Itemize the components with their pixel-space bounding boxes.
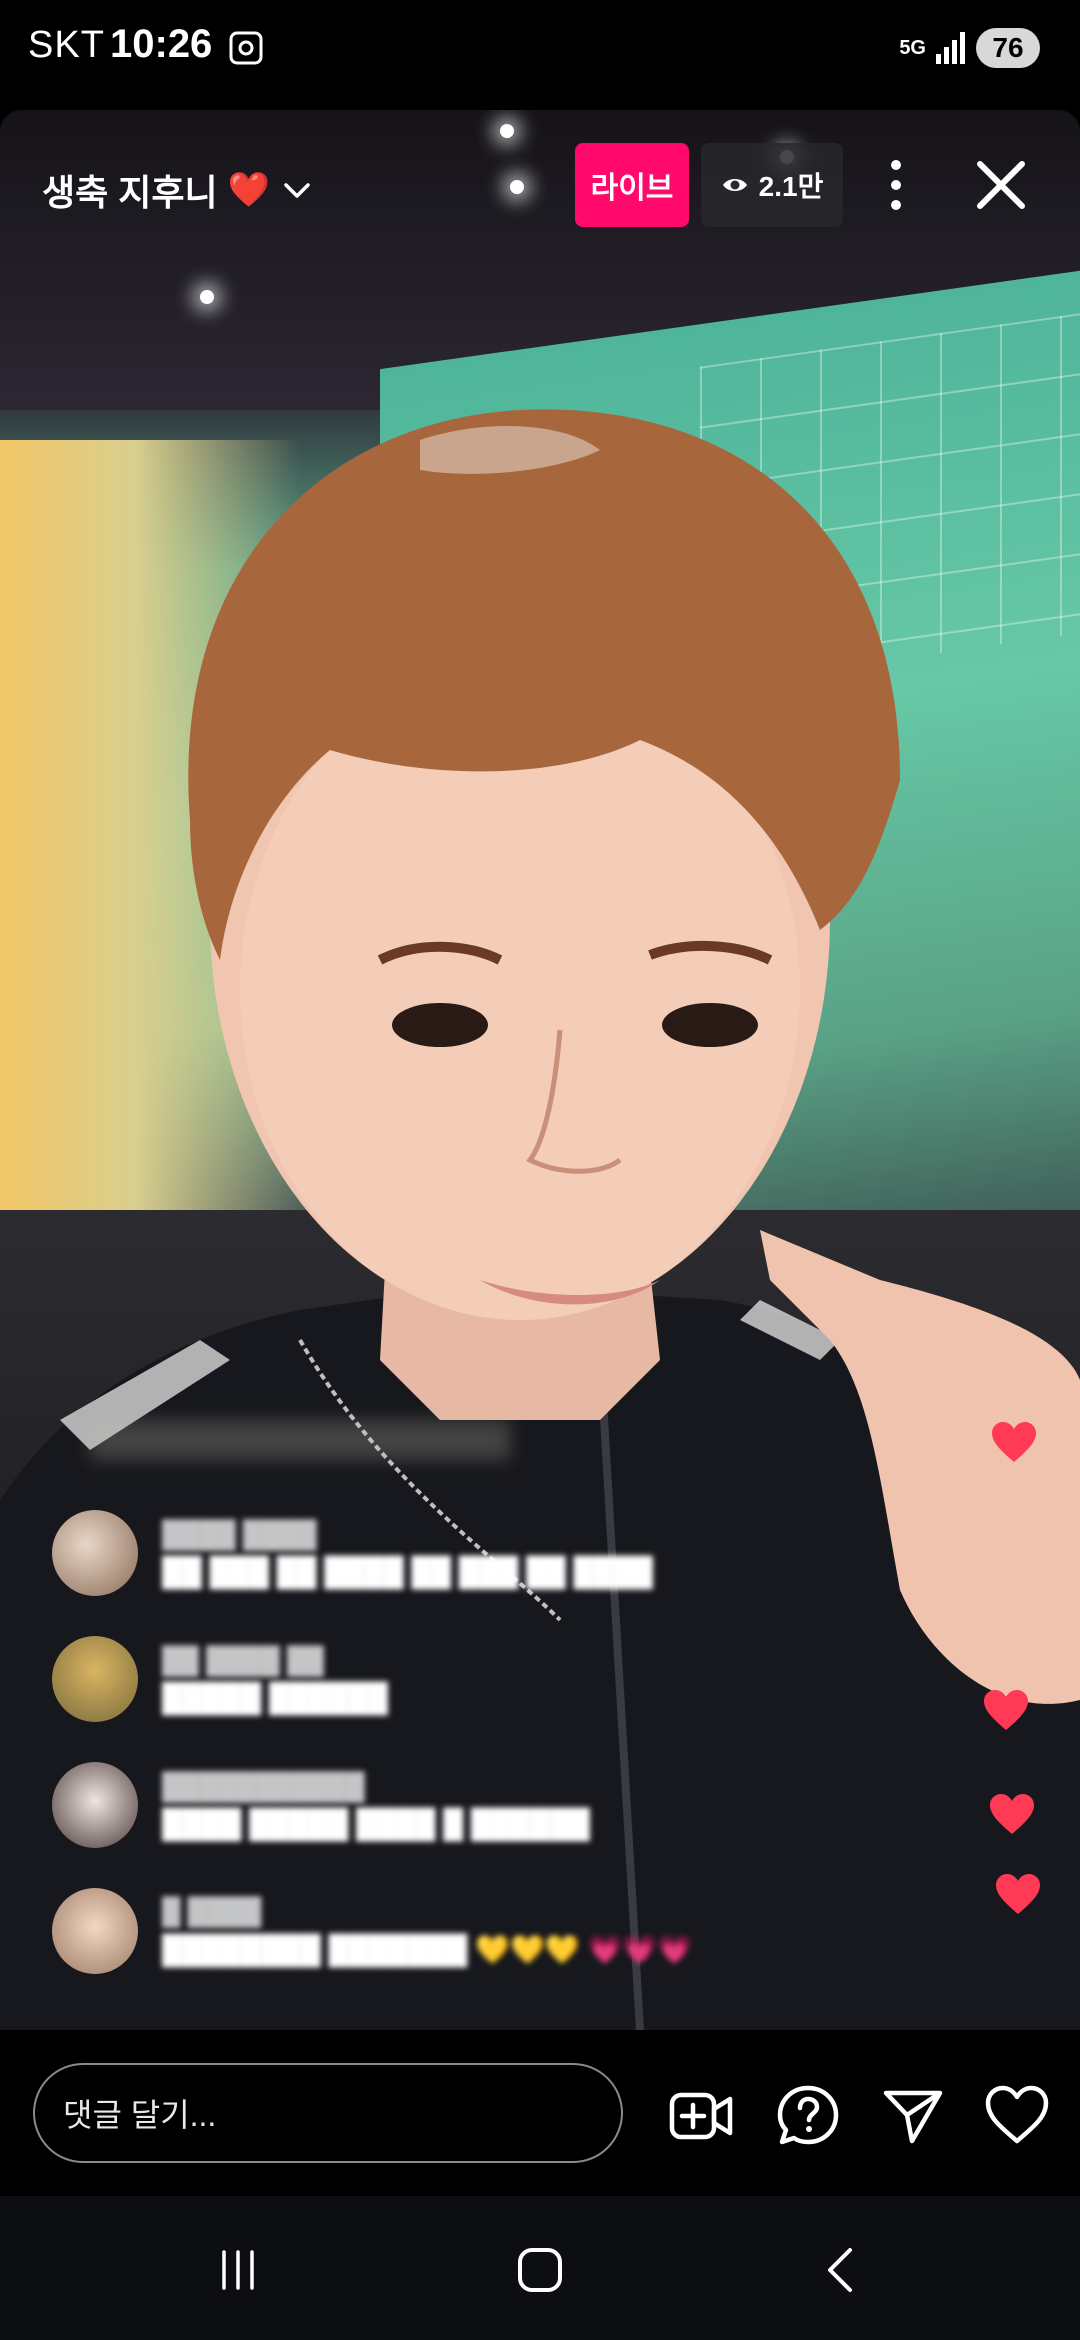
comment-item: ███████████ ████ █████ ████ █ ██████ [52,1742,772,1868]
avatar[interactable] [52,1888,138,1974]
send-icon[interactable] [880,2083,946,2149]
heart-outline-icon[interactable] [984,2083,1050,2149]
home-icon[interactable] [510,2240,570,2300]
back-icon[interactable] [812,2240,872,2300]
comment-item: ████ ████ ██ ███ ██ ████ ██ ███ ██ ████ [52,1490,772,1616]
viewer-count: 2.1만 [758,171,824,202]
eye-icon [722,179,747,191]
chevron-down-icon [284,183,310,198]
comment-list: ████ ████ ██ ███ ██ ████ ██ ███ ██ ████ … [52,1490,772,1994]
signal-icon [936,32,965,64]
comment-username[interactable]: ████ ████ [162,1519,653,1550]
comment-placeholder: 댓글 달기... [63,2097,217,2133]
carrier-label: SKT [28,24,105,66]
floating-heart-icon [992,1422,1036,1462]
live-badge: 라이브 [575,143,689,227]
host-name: 생축 지후니 [42,172,218,213]
status-indicators: 5G 76 [899,28,1040,68]
host-emoji: ❤️ [227,171,270,209]
status-bar: SKT 10:26 5G 76 [0,0,1080,98]
floating-heart-icon [990,1794,1034,1834]
avatar[interactable] [52,1762,138,1848]
comment-item: ██ ████ ██ █████ ██████ [52,1616,772,1742]
avatar[interactable] [52,1636,138,1722]
question-icon[interactable] [775,2083,841,2149]
clock: 10:26 [110,22,213,66]
viewer-count-badge[interactable]: 2.1만 [701,143,843,227]
battery-level: 76 [976,28,1040,68]
fading-comment [90,1420,510,1460]
comment-text: █████ ██████ [162,1681,388,1713]
floating-heart-icon [984,1690,1028,1730]
more-vertical-icon[interactable] [874,150,918,220]
comment-item: █ ████ ████████ ███████ 💛💛💛 💗💗💗 [52,1868,772,1994]
network-type: 5G [899,37,926,59]
recent-apps-icon[interactable] [208,2240,268,2300]
comment-text: ██ ███ ██ ████ ██ ███ ██ ████ [162,1555,653,1587]
comment-text: ████████ ███████ 💛💛💛 💗💗💗 [162,1934,693,1965]
comment-username[interactable]: ██ ████ ██ [162,1645,388,1676]
comment-username[interactable]: ███████████ [162,1771,590,1802]
avatar[interactable] [52,1510,138,1596]
comment-username[interactable]: █ ████ [162,1896,692,1927]
comment-text: ████ █████ ████ █ ██████ [162,1807,590,1839]
add-video-icon[interactable] [668,2083,734,2149]
close-icon[interactable] [968,150,1034,220]
comment-input[interactable]: 댓글 달기... [33,2063,623,2163]
floating-heart-icon [996,1874,1040,1914]
screenshot-icon [229,31,263,65]
host-name-dropdown[interactable]: 생축 지후니 ❤️ [42,164,314,216]
